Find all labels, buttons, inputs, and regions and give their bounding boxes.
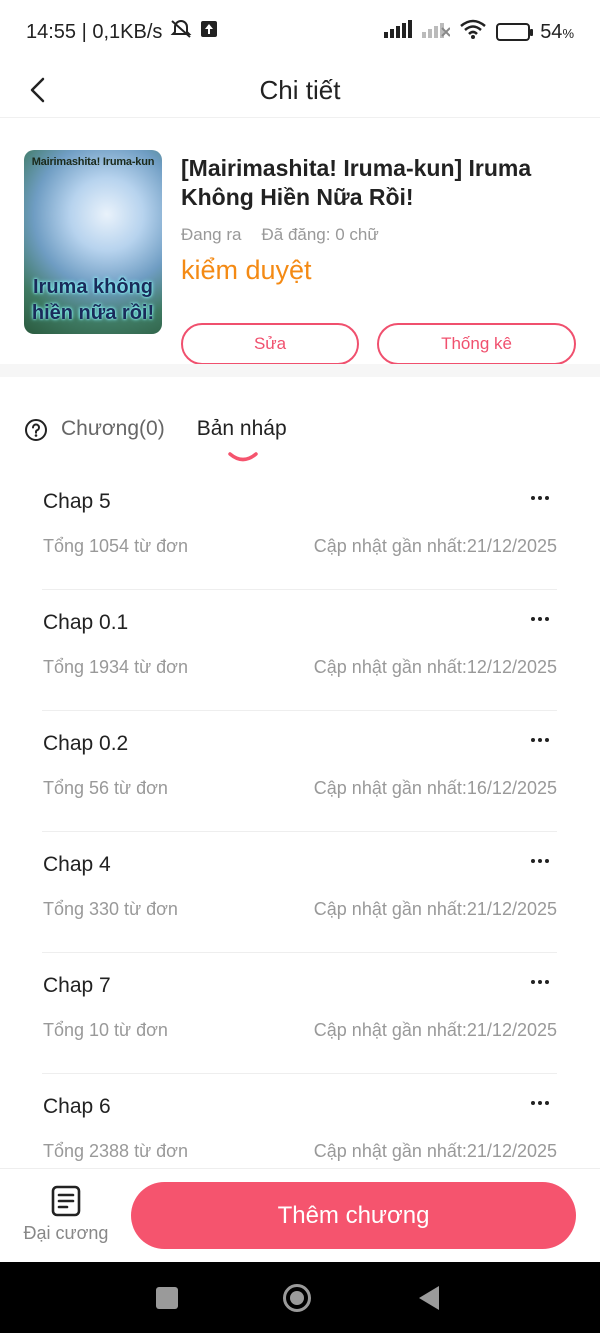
more-options-icon[interactable] [523,608,557,630]
active-tab-indicator [227,452,258,462]
silent-alarm-icon [170,19,192,45]
document-icon [51,1185,81,1217]
question-circle-icon[interactable] [24,418,48,442]
book-actions: Sửa Thống kê [181,323,576,365]
cover-main-text: Iruma không hiền nữa rồi! [31,276,155,324]
signal-off-icon [422,20,451,44]
outline-label: Đại cương [23,1223,109,1243]
bottom-action-bar: Đại cương Thêm chương [0,1168,600,1262]
page-title: Chi tiết [259,75,341,105]
chapter-word-count: Tổng 330 từ đơn [43,899,178,919]
circle-icon [283,1284,311,1312]
back-nav-button[interactable] [414,1283,444,1313]
chapter-row[interactable]: Chap 4 Tổng 330 từ đơn Cập nhật gần nhất… [42,832,557,953]
status-bar: 14:55 | 0,1KB/s 54% [0,0,600,64]
chapter-word-count: Tổng 56 từ đơn [43,778,168,798]
battery-icon [496,23,534,41]
chapter-row[interactable]: Chap 0.1 Tổng 1934 từ đơn Cập nhật gần n… [42,590,557,711]
battery-percent: 54 [540,20,563,43]
chapter-word-count: Tổng 1934 từ đơn [43,657,188,677]
review-status: kiểm duyệt [181,255,312,285]
chapter-word-count: Tổng 1054 từ đơn [43,536,188,556]
chapter-row[interactable]: Chap 0.2 Tổng 56 từ đơn Cập nhật gần nhấ… [42,711,557,832]
chapter-word-count: Tổng 10 từ đơn [43,1020,168,1040]
chapter-title: Chap 7 [43,974,111,997]
tab-bar: Chương(0) Bản nháp [24,408,576,464]
book-details: [Mairimashita! Iruma-kun] Iruma Không Hi… [181,150,576,365]
chapter-updated: Cập nhật gần nhất:21/12/2025 [313,1020,557,1040]
tab-chapters[interactable]: Chương(0) [61,417,165,441]
more-options-icon[interactable] [523,487,557,509]
chapter-title: Chap 4 [43,853,111,876]
signal-icon [384,20,413,44]
more-options-icon[interactable] [523,1092,557,1114]
battery-unit: % [562,25,574,41]
edit-button[interactable]: Sửa [181,323,360,365]
chevron-left-icon [30,77,45,103]
home-button[interactable] [282,1283,312,1313]
more-options-icon[interactable] [523,850,557,872]
chapter-word-count: Tổng 2388 từ đơn [43,1141,188,1161]
stats-button[interactable]: Thống kê [377,323,576,365]
chapter-row[interactable]: Chap 5 Tổng 1054 từ đơn Cập nhật gần nhấ… [42,469,557,590]
upload-icon [200,20,218,44]
chapter-title: Chap 0.2 [43,732,129,755]
chapter-updated: Cập nhật gần nhất:16/12/2025 [313,778,557,798]
book-info: Mairimashita! Iruma-kun Iruma không hiền… [0,118,600,365]
book-cover[interactable]: Mairimashita! Iruma-kun Iruma không hiền… [24,150,162,334]
book-meta: Đang ra Đã đăng: 0 chữ [181,225,576,245]
book-state: Đang ra [181,225,242,244]
chapter-title: Chap 6 [43,1095,111,1118]
cover-top-text: Mairimashita! Iruma-kun [31,156,155,168]
status-time-speed: 14:55 | 0,1KB/s [26,20,163,43]
chapter-updated: Cập nhật gần nhất:21/12/2025 [313,899,557,919]
wifi-icon [460,19,486,45]
recents-button[interactable] [152,1283,182,1313]
chapter-title: Chap 5 [43,490,111,513]
square-icon [156,1287,178,1309]
system-nav-bar [0,1262,600,1333]
triangle-back-icon [419,1286,439,1310]
header: Chi tiết [0,64,600,118]
chapter-list: Chap 5 Tổng 1054 từ đơn Cập nhật gần nhấ… [42,469,557,1195]
section-divider [0,364,600,377]
add-chapter-button[interactable]: Thêm chương [131,1182,576,1249]
tab-drafts-label: Bản nháp [196,417,287,440]
book-title: [Mairimashita! Iruma-kun] Iruma Không Hi… [181,155,532,210]
back-button[interactable] [18,70,58,110]
chapter-updated: Cập nhật gần nhất:21/12/2025 [313,536,557,556]
chapter-updated: Cập nhật gần nhất:12/12/2025 [313,657,557,677]
tab-drafts[interactable]: Bản nháp [196,417,287,462]
chapter-row[interactable]: Chap 7 Tổng 10 từ đơn Cập nhật gần nhất:… [42,953,557,1074]
more-options-icon[interactable] [523,971,557,993]
book-posted: Đã đăng: 0 chữ [261,225,379,244]
outline-button[interactable]: Đại cương [20,1185,112,1249]
more-options-icon[interactable] [523,729,557,751]
chapter-updated: Cập nhật gần nhất:21/12/2025 [313,1141,557,1161]
chapter-title: Chap 0.1 [43,611,129,634]
